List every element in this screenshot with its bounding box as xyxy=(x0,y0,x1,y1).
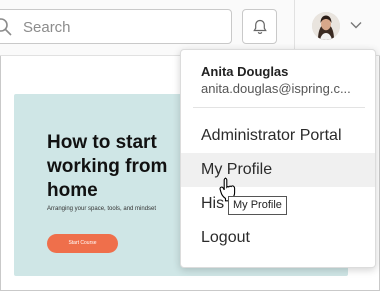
notifications-button[interactable] xyxy=(242,9,277,44)
menu-item-administrator-portal[interactable]: Administrator Portal xyxy=(181,119,375,153)
user-email: anita.douglas@ispring.c... xyxy=(201,81,351,96)
header-divider xyxy=(294,0,295,56)
search-icon xyxy=(0,18,12,36)
course-subtitle: Arranging your space, tools, and mindset xyxy=(47,206,157,212)
chevron-down-icon[interactable] xyxy=(350,21,362,29)
user-name: Anita Douglas xyxy=(201,64,289,79)
search-box[interactable]: Search xyxy=(0,9,232,44)
top-bar: Search xyxy=(0,0,380,56)
start-course-button[interactable]: Start Course xyxy=(47,234,118,253)
course-title: How to start working from home xyxy=(47,132,168,201)
menu-item-my-profile[interactable]: My Profile xyxy=(181,153,375,187)
user-photo xyxy=(312,12,340,40)
search-input[interactable]: Search xyxy=(23,19,71,36)
tooltip: My Profile xyxy=(228,196,287,215)
menu-item-logout[interactable]: Logout xyxy=(181,221,375,255)
menu-divider xyxy=(193,107,365,108)
profile-menu: Anita Douglas anita.douglas@ispring.c...… xyxy=(180,49,376,268)
avatar[interactable] xyxy=(312,12,340,40)
bell-icon xyxy=(253,19,267,34)
